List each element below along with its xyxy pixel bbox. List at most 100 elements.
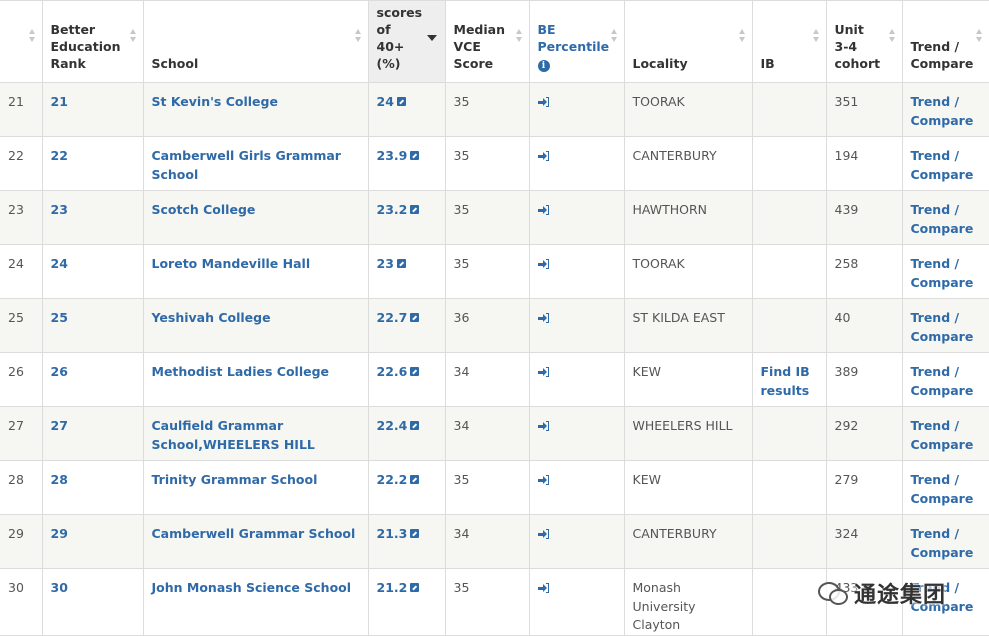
sign-in-icon[interactable]	[537, 97, 550, 107]
school-link[interactable]: Methodist Ladies College	[152, 364, 330, 379]
sort-icon[interactable]	[888, 29, 896, 43]
rank-link[interactable]: 27	[51, 418, 68, 433]
sort-icon[interactable]	[515, 29, 523, 43]
rank-link[interactable]: 30	[51, 580, 68, 595]
school-link[interactable]: John Monash Science School	[152, 580, 352, 595]
sign-in-icon[interactable]	[537, 367, 550, 377]
header-locality[interactable]: Locality	[624, 0, 753, 83]
scores-link[interactable]: 24	[377, 94, 394, 109]
external-link-icon[interactable]	[410, 421, 420, 430]
sign-in-icon[interactable]	[537, 151, 550, 161]
school-link[interactable]: Loreto Mandeville Hall	[152, 256, 311, 271]
locality-cell: KEW	[624, 352, 753, 407]
sign-in-icon[interactable]	[537, 313, 550, 323]
trend-compare-link[interactable]: Trend / Compare	[911, 310, 974, 344]
scores-link[interactable]: 21.2	[377, 580, 408, 595]
rank-link[interactable]: 22	[51, 148, 68, 163]
sign-in-icon[interactable]	[537, 529, 550, 539]
median-cell: 34	[445, 406, 530, 461]
header-row-number[interactable]	[0, 0, 43, 83]
school-link[interactable]: Trinity Grammar School	[152, 472, 318, 487]
external-link-icon[interactable]	[410, 367, 420, 376]
scores-link[interactable]: 22.4	[377, 418, 408, 433]
sign-in-icon[interactable]	[537, 259, 550, 269]
cohort-cell: 40	[826, 298, 903, 353]
sort-icon[interactable]	[738, 29, 746, 43]
external-link-icon[interactable]	[410, 583, 420, 592]
sort-icon[interactable]	[975, 29, 983, 43]
sort-icon[interactable]	[812, 29, 820, 43]
rank-link[interactable]: 24	[51, 256, 68, 271]
rank-link[interactable]: 25	[51, 310, 68, 325]
locality-cell: KEW	[624, 460, 753, 515]
row-number: 21	[0, 82, 43, 137]
trend-compare-link[interactable]: Trend / Compare	[911, 364, 974, 398]
scores-cell: 24	[368, 82, 446, 137]
sign-in-icon[interactable]	[537, 205, 550, 215]
sort-desc-icon[interactable]	[426, 35, 437, 41]
rank-link[interactable]: 28	[51, 472, 68, 487]
scores-link[interactable]: 23	[377, 256, 394, 271]
median-cell: 34	[445, 514, 530, 569]
trend-compare-link[interactable]: Trend / Compare	[911, 94, 974, 128]
trend-compare-link[interactable]: Trend / Compare	[911, 472, 974, 506]
cohort-cell: 258	[826, 244, 903, 299]
external-link-icon[interactable]	[410, 313, 420, 322]
scores-cell: 22.6	[368, 352, 446, 407]
school-link[interactable]: Caulfield Grammar School,WHEELERS HILL	[152, 418, 315, 452]
external-link-icon[interactable]	[410, 475, 420, 484]
row-number: 27	[0, 406, 43, 461]
header-rank[interactable]: Better Education Rank	[42, 0, 144, 83]
external-link-icon[interactable]	[410, 529, 420, 538]
header-scores[interactable]: scores of 40+ (%)	[368, 0, 446, 83]
rank-link[interactable]: 26	[51, 364, 68, 379]
header-ib[interactable]: IB	[752, 0, 827, 83]
scores-link[interactable]: 23.9	[377, 148, 408, 163]
median-cell: 36	[445, 298, 530, 353]
sort-icon[interactable]	[354, 29, 362, 43]
school-link[interactable]: Yeshivah College	[152, 310, 271, 325]
sign-in-icon[interactable]	[537, 475, 550, 485]
scores-link[interactable]: 23.2	[377, 202, 408, 217]
be-percentile-cell	[529, 568, 625, 636]
cohort-cell: 292	[826, 406, 903, 461]
scores-link[interactable]: 22.7	[377, 310, 408, 325]
header-cohort[interactable]: Unit 3-4 cohort	[826, 0, 903, 83]
school-link[interactable]: St Kevin's College	[152, 94, 278, 109]
external-link-icon[interactable]	[410, 151, 420, 160]
school-link[interactable]: Scotch College	[152, 202, 256, 217]
trend-compare-link[interactable]: Trend / Compare	[911, 202, 974, 236]
table-row: 21 21 St Kevin's College 24 35 TOORAK 351 Trend…	[0, 82, 989, 137]
external-link-icon[interactable]	[396, 259, 406, 268]
scores-link[interactable]: 22.6	[377, 364, 408, 379]
sign-in-icon[interactable]	[537, 421, 550, 431]
scores-link[interactable]: 21.3	[377, 526, 408, 541]
header-be-percentile[interactable]: BE Percentile i	[529, 0, 625, 83]
school-link[interactable]: Camberwell Girls Grammar School	[152, 148, 341, 182]
scores-link[interactable]: 22.2	[377, 472, 408, 487]
header-median[interactable]: Median VCE Score	[445, 0, 530, 83]
rank-cell: 27	[42, 406, 144, 461]
rank-link[interactable]: 21	[51, 94, 68, 109]
sort-icon[interactable]	[28, 29, 36, 43]
trend-compare-link[interactable]: Trend / Compare	[911, 148, 974, 182]
trend-cell: Trend / Compare	[902, 244, 989, 299]
external-link-icon[interactable]	[410, 205, 420, 214]
sort-icon[interactable]	[610, 29, 618, 43]
header-school[interactable]: School	[143, 0, 369, 83]
rank-link[interactable]: 23	[51, 202, 68, 217]
trend-compare-link[interactable]: Trend / Compare	[911, 418, 974, 452]
sort-icon[interactable]	[129, 29, 137, 43]
school-link[interactable]: Camberwell Grammar School	[152, 526, 356, 541]
table-header-row: Better Education Rank School scores of 4…	[0, 0, 989, 83]
header-trend[interactable]: Trend / Compare	[902, 0, 989, 83]
table-row: 24 24 Loreto Mandeville Hall 23 35 TOORAK 258 T…	[0, 244, 989, 299]
info-icon[interactable]: i	[537, 60, 550, 72]
trend-compare-link[interactable]: Trend / Compare	[911, 526, 974, 560]
rank-link[interactable]: 29	[51, 526, 68, 541]
external-link-icon[interactable]	[396, 97, 406, 106]
ib-results-link[interactable]: Find IB results	[761, 364, 810, 398]
sign-in-icon[interactable]	[537, 583, 550, 593]
trend-compare-link[interactable]: Trend / Compare	[911, 256, 974, 290]
be-percentile-cell	[529, 460, 625, 515]
